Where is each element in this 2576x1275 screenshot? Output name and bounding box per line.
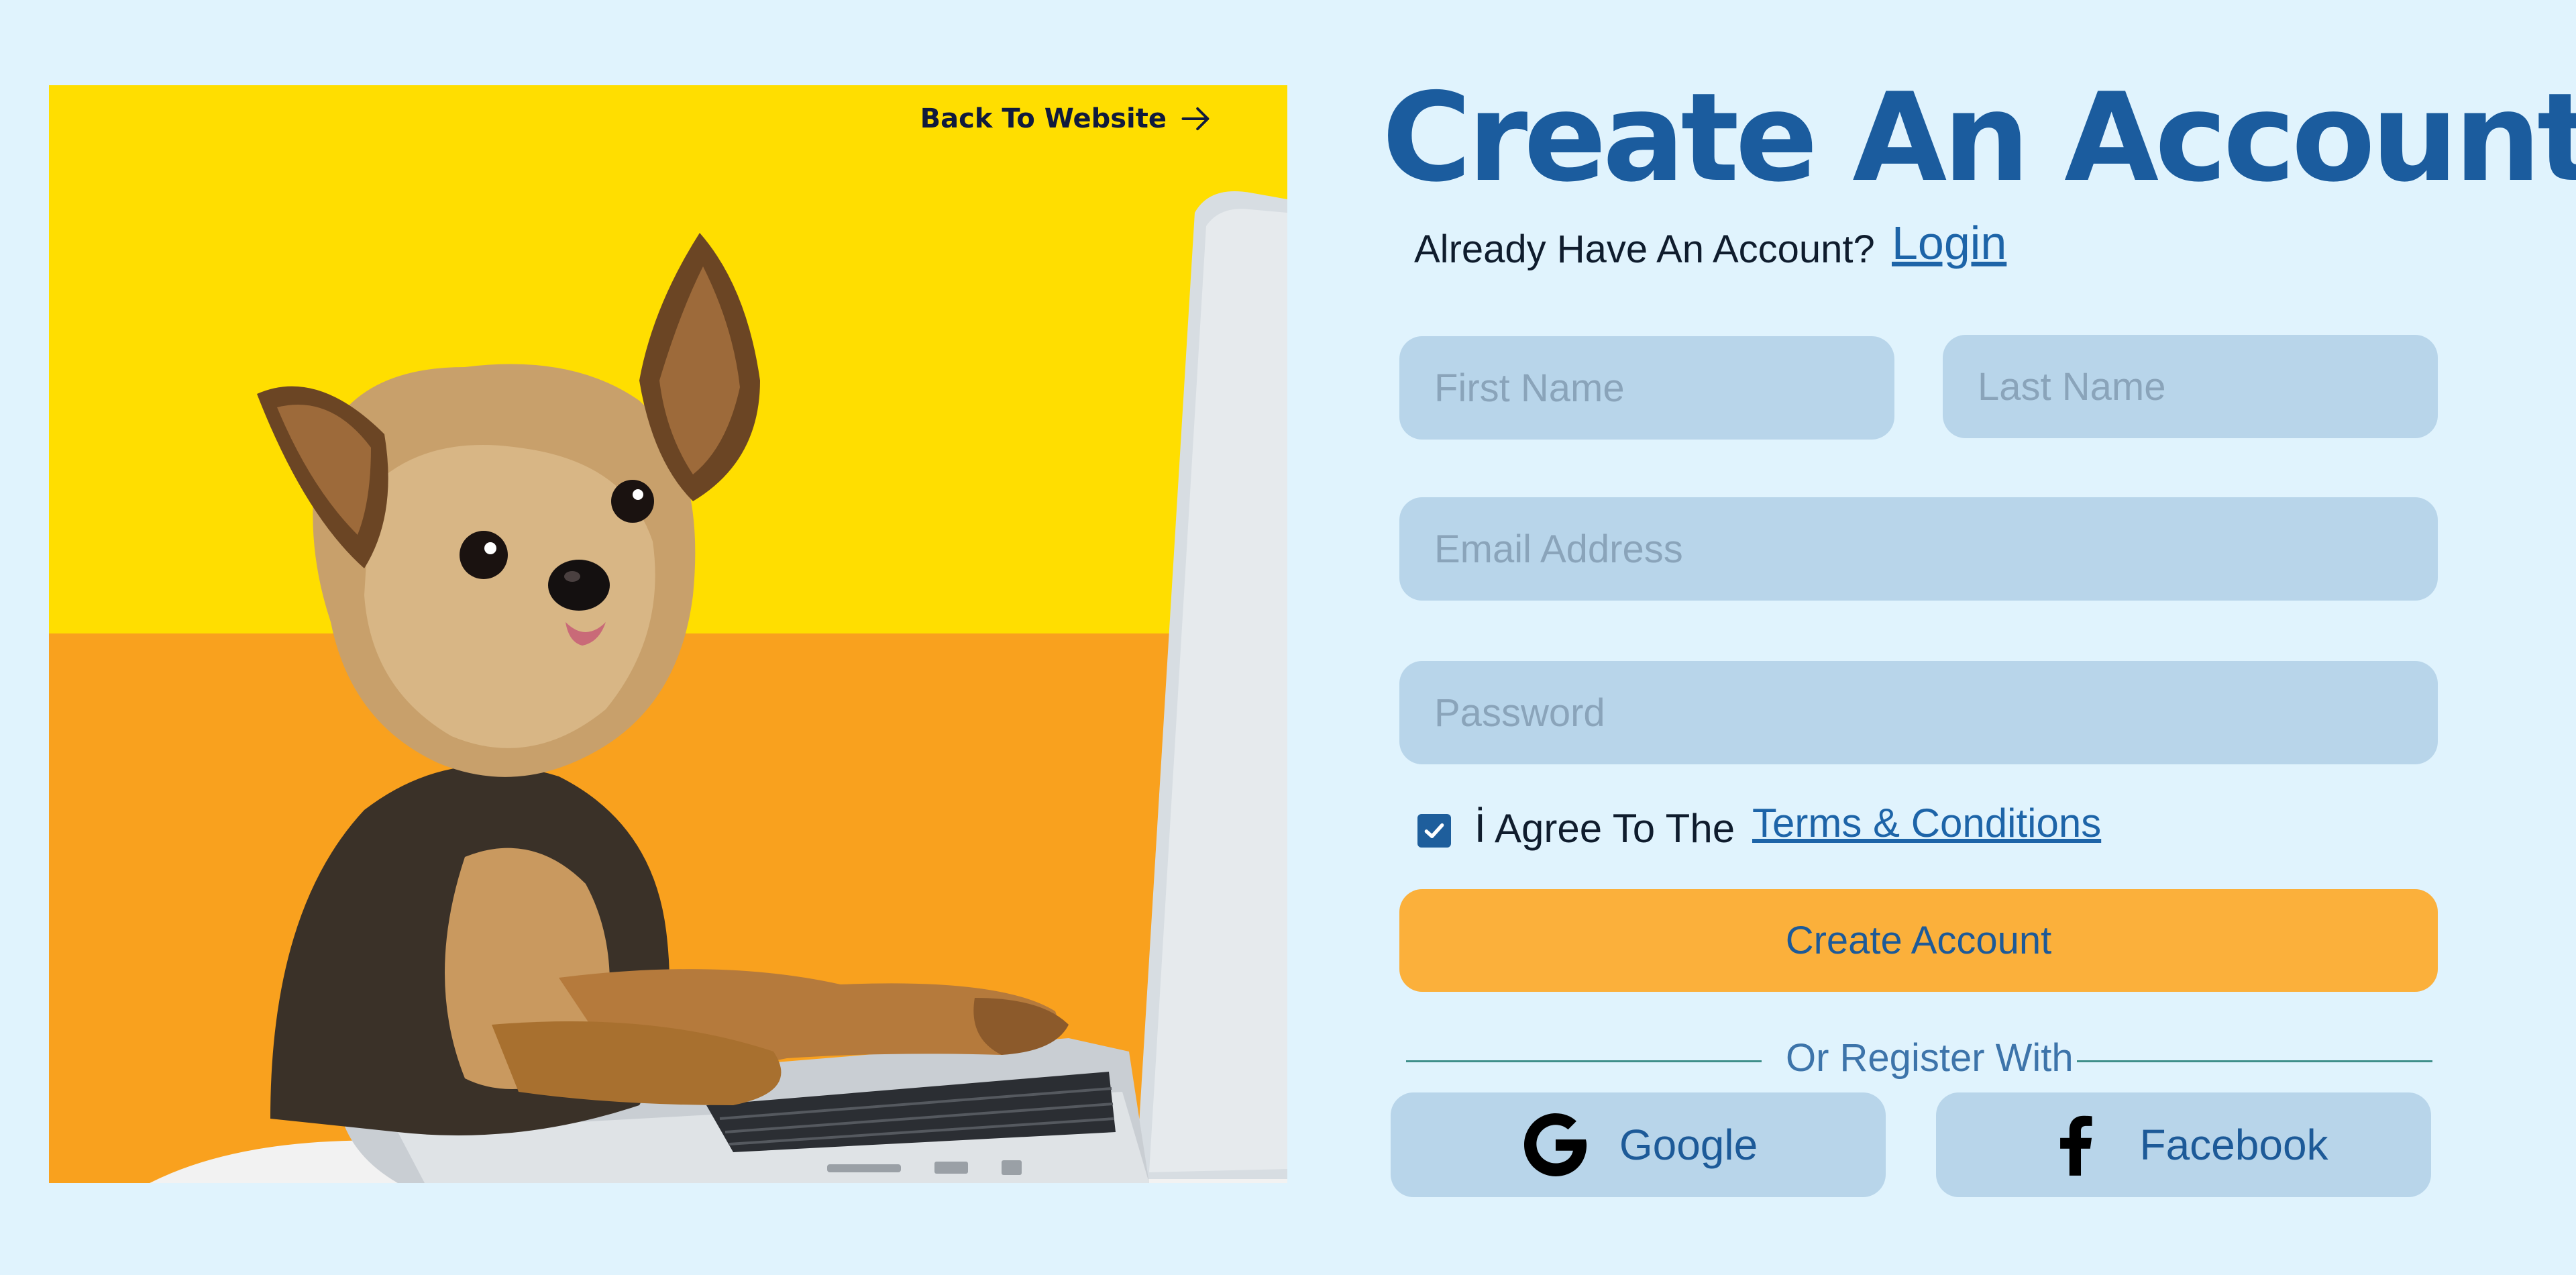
email-input[interactable] (1399, 497, 2438, 601)
agree-text: İ Agree To The (1474, 806, 1735, 851)
login-link[interactable]: Login (1892, 216, 2006, 270)
already-have-account-text: Already Have An Account? (1414, 227, 1875, 271)
arrow-right-icon (1181, 107, 1210, 131)
page-title: Create An Account (1382, 66, 2576, 209)
last-name-input[interactable] (1943, 335, 2438, 438)
facebook-register-button[interactable]: Facebook (1936, 1092, 2431, 1197)
create-account-button[interactable]: Create Account (1399, 889, 2438, 992)
facebook-icon (2060, 1115, 2092, 1176)
facebook-label: Facebook (2139, 1121, 2328, 1169)
terms-conditions-link[interactable]: Terms & Conditions (1752, 800, 2101, 846)
google-label: Google (1619, 1121, 1758, 1169)
or-register-with-text: Or Register With (1786, 1036, 2074, 1080)
dog-laptop-illustration (150, 191, 1287, 1183)
google-register-button[interactable]: Google (1391, 1092, 1886, 1197)
divider-left (1406, 1060, 1762, 1062)
password-input[interactable] (1399, 661, 2438, 764)
back-to-website-label: Back To Website (920, 103, 1167, 134)
divider-right (2077, 1060, 2432, 1062)
first-name-input[interactable] (1399, 336, 1894, 440)
checkmark-icon (1424, 823, 1444, 838)
hero-panel: Back To Website (49, 85, 1287, 1183)
back-to-website-link[interactable]: Back To Website (920, 101, 1214, 136)
google-icon (1523, 1113, 1587, 1176)
terms-checkbox[interactable] (1417, 814, 1451, 848)
